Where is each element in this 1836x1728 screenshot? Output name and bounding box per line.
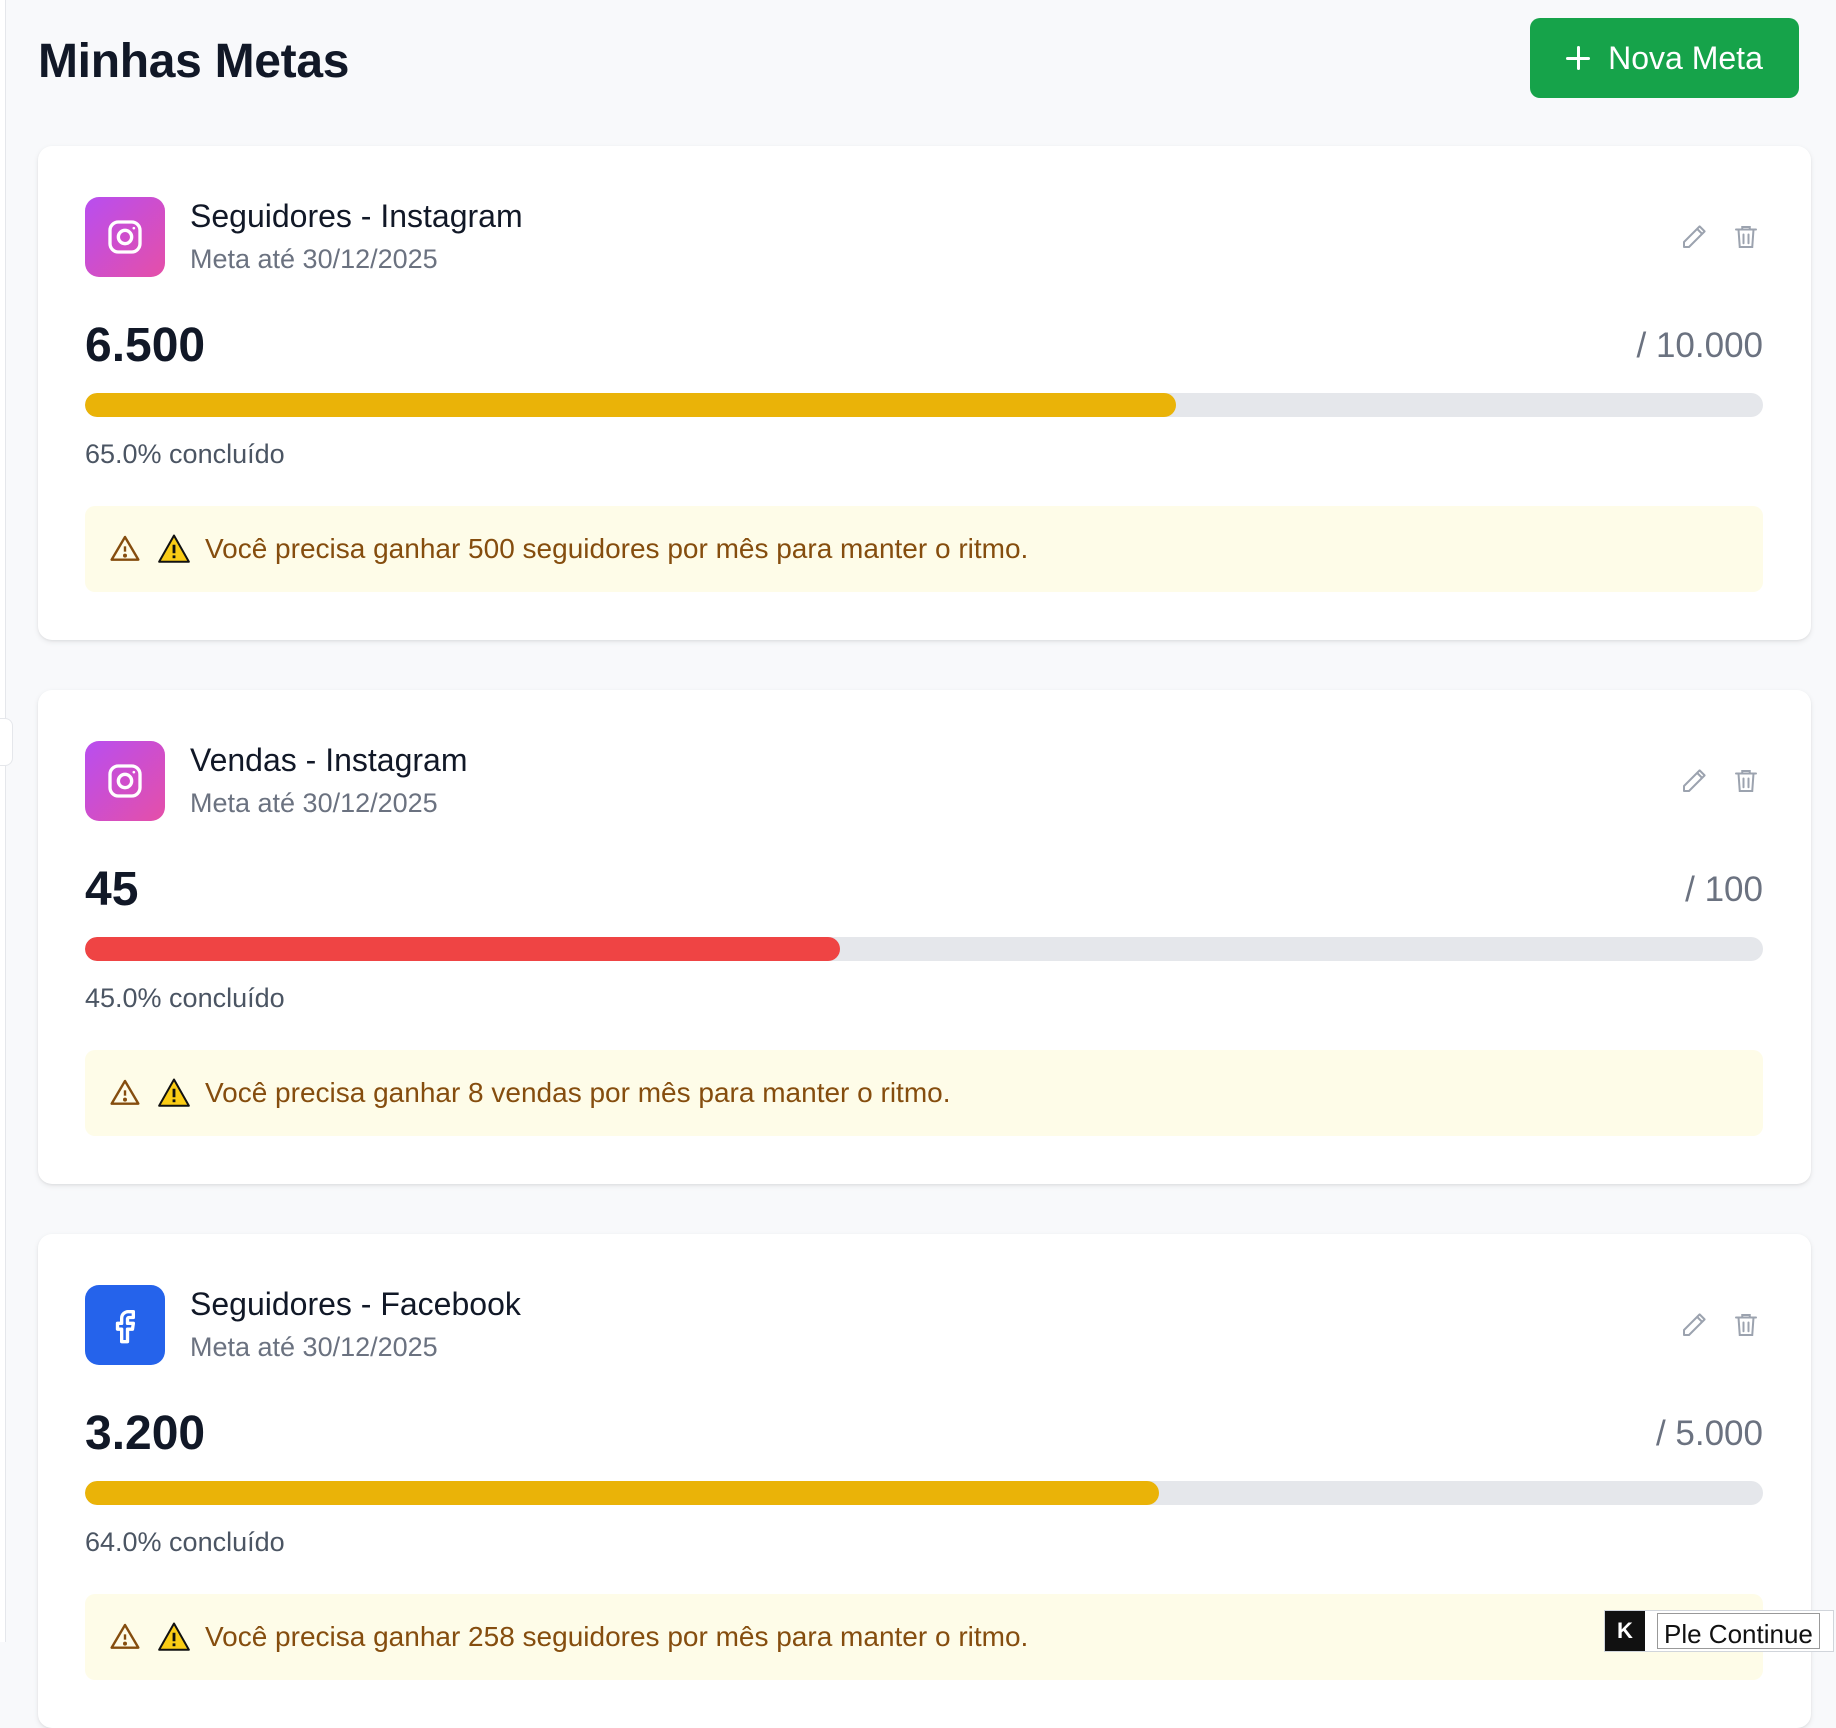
warning-outline-icon bbox=[109, 1620, 143, 1654]
goal-title: Seguidores - Instagram bbox=[190, 198, 523, 234]
sidebar-toggle-handle[interactable] bbox=[0, 718, 13, 766]
goal-card: Seguidores - Facebook Meta até 30/12/202… bbox=[38, 1234, 1811, 1728]
progress-bar bbox=[85, 937, 1763, 961]
extension-logo: K bbox=[1605, 1611, 1645, 1651]
pace-alert-text: Você precisa ganhar 8 vendas por mês par… bbox=[205, 1077, 951, 1108]
percent-complete: 45.0% concluído bbox=[85, 983, 285, 1013]
edit-icon[interactable] bbox=[1677, 1308, 1711, 1342]
edit-icon[interactable] bbox=[1677, 220, 1711, 254]
goal-title: Seguidores - Facebook bbox=[190, 1286, 521, 1322]
goal-title: Vendas - Instagram bbox=[190, 742, 468, 778]
plus-icon bbox=[1566, 46, 1591, 70]
new-goal-button[interactable]: Nova Meta bbox=[1530, 18, 1799, 98]
progress-fill bbox=[85, 937, 841, 961]
edit-icon[interactable] bbox=[1677, 764, 1711, 798]
goal-actions bbox=[1677, 220, 1763, 254]
goal-actions bbox=[1677, 764, 1763, 798]
trash-icon[interactable] bbox=[1729, 220, 1763, 254]
facebook-icon bbox=[85, 1285, 165, 1365]
pace-alert-text: Você precisa ganhar 258 seguidores por m… bbox=[205, 1621, 1029, 1652]
goal-deadline: Meta até 30/12/2025 bbox=[190, 788, 438, 818]
instagram-icon bbox=[85, 197, 165, 277]
warning-outline-icon bbox=[109, 532, 143, 566]
goal-actions bbox=[1677, 1308, 1763, 1342]
target-value: / 5.000 bbox=[1655, 1414, 1763, 1453]
current-value: 6.500 bbox=[85, 319, 206, 372]
progress-bar bbox=[85, 1481, 1763, 1505]
page-header: Minhas Metas Nova Meta bbox=[38, 18, 1812, 98]
percent-complete: 64.0% concluído bbox=[85, 1527, 285, 1557]
new-goal-button-label: Nova Meta bbox=[1608, 39, 1763, 76]
goal-deadline: Meta até 30/12/2025 bbox=[190, 1332, 438, 1362]
goal-card: Seguidores - Instagram Meta até 30/12/20… bbox=[38, 146, 1811, 640]
current-value: 3.200 bbox=[85, 1407, 206, 1460]
pace-alert: Você precisa ganhar 8 vendas por mês par… bbox=[85, 1050, 1763, 1136]
instagram-icon bbox=[85, 741, 165, 821]
warning-icon bbox=[157, 1076, 191, 1110]
left-panel-edge bbox=[0, 0, 6, 1642]
extension-widget[interactable]: K Ple Continue bbox=[1604, 1610, 1834, 1652]
extension-widget-text: Ple Continue bbox=[1657, 1613, 1820, 1649]
progress-bar bbox=[85, 393, 1763, 417]
trash-icon[interactable] bbox=[1729, 1308, 1763, 1342]
warning-icon bbox=[157, 532, 191, 566]
goal-deadline: Meta até 30/12/2025 bbox=[190, 244, 438, 274]
progress-fill bbox=[85, 1481, 1159, 1505]
warning-icon bbox=[157, 1620, 191, 1654]
progress-fill bbox=[85, 393, 1176, 417]
trash-icon[interactable] bbox=[1729, 764, 1763, 798]
page-title: Minhas Metas bbox=[38, 35, 350, 88]
goal-card: Vendas - Instagram Meta até 30/12/2025 4… bbox=[38, 690, 1811, 1184]
target-value: / 10.000 bbox=[1636, 326, 1764, 365]
current-value: 45 bbox=[85, 863, 139, 916]
warning-outline-icon bbox=[109, 1076, 143, 1110]
pace-alert-text: Você precisa ganhar 500 seguidores por m… bbox=[205, 533, 1029, 564]
pace-alert: Você precisa ganhar 500 seguidores por m… bbox=[85, 506, 1763, 592]
pace-alert: Você precisa ganhar 258 seguidores por m… bbox=[85, 1594, 1763, 1680]
percent-complete: 65.0% concluído bbox=[85, 439, 285, 469]
target-value: / 100 bbox=[1685, 870, 1763, 909]
